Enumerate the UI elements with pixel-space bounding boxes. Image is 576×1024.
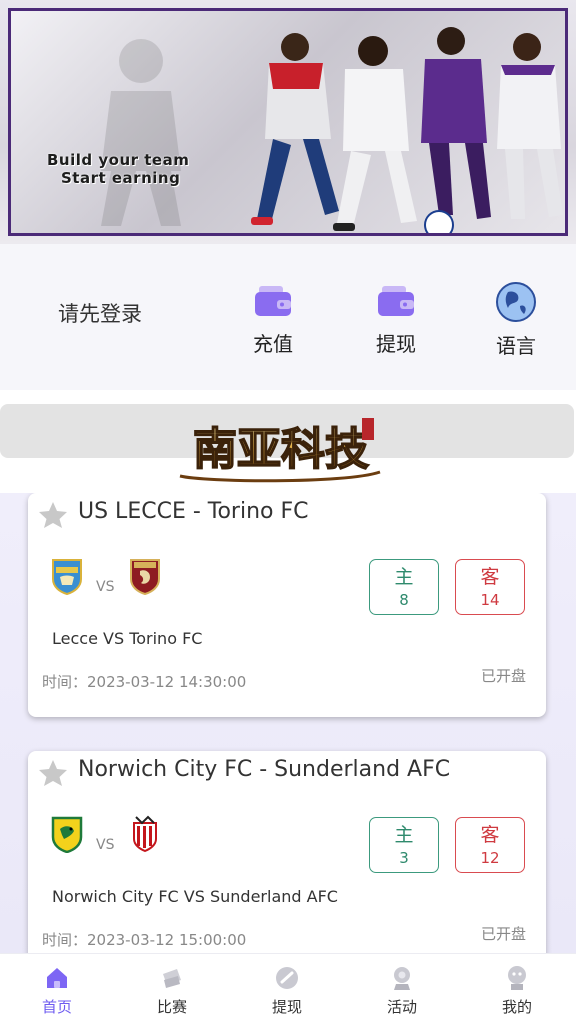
star-favorite-icon[interactable] [38, 759, 68, 787]
tab-activity-label: 活动 [386, 998, 417, 1016]
match-card[interactable]: Norwich City FC - Sunderland AFC VS 主 3 … [28, 751, 546, 953]
globe-icon [496, 282, 536, 322]
sunderland-crest-icon [133, 815, 157, 853]
match-icon [163, 969, 181, 988]
language-button[interactable]: 语言 [481, 280, 551, 359]
withdraw-icon [276, 967, 298, 989]
activity-icon [394, 967, 410, 990]
tab-activity[interactable]: 活动 [362, 964, 442, 1017]
banner-slogan: Build your team Start earning [47, 151, 189, 187]
language-label: 语言 [496, 334, 536, 358]
profile-icon [508, 966, 526, 990]
banner-frame: Build your team Start earning [8, 8, 568, 236]
home-odds-value: 8 [399, 591, 409, 609]
promo-banner[interactable]: Build your team Start earning [0, 0, 576, 244]
banner-players-image [251, 27, 563, 233]
brand-logo: 南亚科技 [174, 412, 388, 488]
brand-logo-text: 南亚科技 [193, 424, 369, 475]
wallet-icon [378, 286, 414, 316]
tab-home[interactable]: 首页 [17, 964, 97, 1017]
vs-label: VS [96, 579, 115, 595]
recharge-button[interactable]: 充值 [238, 278, 308, 357]
bottom-tab-bar: 首页 比赛 提现 活动 我的 [0, 953, 576, 1024]
home-odds-button[interactable]: 主 3 [369, 817, 439, 873]
recharge-label: 充值 [253, 332, 293, 356]
quick-actions-panel: 请先登录 充值 提现 语言 [0, 244, 576, 390]
wallet-icon [255, 286, 291, 316]
norwich-crest-icon [51, 816, 83, 853]
login-prompt[interactable]: 请先登录 [58, 298, 142, 328]
away-odds-value: 14 [480, 591, 500, 609]
tab-withdraw-label: 提现 [271, 998, 302, 1016]
match-time: 时间：2023-03-12 15:00:00 [42, 931, 247, 949]
tab-match-label: 比赛 [156, 998, 187, 1016]
banner-line-1: Build your team [47, 151, 190, 169]
away-odds-button[interactable]: 客 14 [455, 559, 525, 615]
status-badge: 已开盘 [480, 667, 526, 685]
home-side-label: 主 [394, 824, 414, 846]
fixture-text: Lecce VS Torino FC [52, 629, 203, 648]
home-odds-value: 3 [399, 849, 409, 867]
match-list: US LECCE - Torino FC VS 主 8 客 14 Lecce V… [0, 493, 576, 953]
away-odds-value: 12 [480, 849, 500, 867]
brand-strip: 南亚科技 [0, 390, 576, 493]
status-badge: 已开盘 [480, 925, 526, 943]
match-time: 时间：2023-03-12 14:30:00 [42, 673, 247, 691]
tab-profile[interactable]: 我的 [477, 964, 557, 1017]
tab-withdraw[interactable]: 提现 [247, 964, 327, 1017]
lecce-crest-icon [52, 559, 82, 595]
brand-logo-image: 南亚科技 [179, 418, 381, 483]
withdraw-button[interactable]: 提现 [361, 278, 431, 357]
match-card[interactable]: US LECCE - Torino FC VS 主 8 客 14 Lecce V… [28, 493, 546, 717]
withdraw-label: 提现 [376, 332, 416, 356]
tab-profile-label: 我的 [501, 998, 532, 1016]
away-side-label: 客 [480, 824, 500, 846]
home-side-label: 主 [394, 566, 414, 588]
banner-ghost-player-image [101, 39, 181, 226]
tab-home-label: 首页 [41, 998, 72, 1016]
vs-label: VS [96, 837, 115, 853]
match-title: US LECCE - Torino FC [78, 499, 309, 524]
fixture-text: Norwich City FC VS Sunderland AFC [52, 887, 338, 906]
home-icon [47, 968, 67, 988]
match-title: Norwich City FC - Sunderland AFC [78, 757, 451, 782]
banner-line-2: Start earning [61, 169, 181, 187]
home-odds-button[interactable]: 主 8 [369, 559, 439, 615]
torino-crest-icon [130, 559, 160, 595]
away-odds-button[interactable]: 客 12 [455, 817, 525, 873]
away-side-label: 客 [480, 566, 500, 588]
star-favorite-icon[interactable] [38, 501, 68, 529]
tab-match[interactable]: 比赛 [132, 964, 212, 1017]
